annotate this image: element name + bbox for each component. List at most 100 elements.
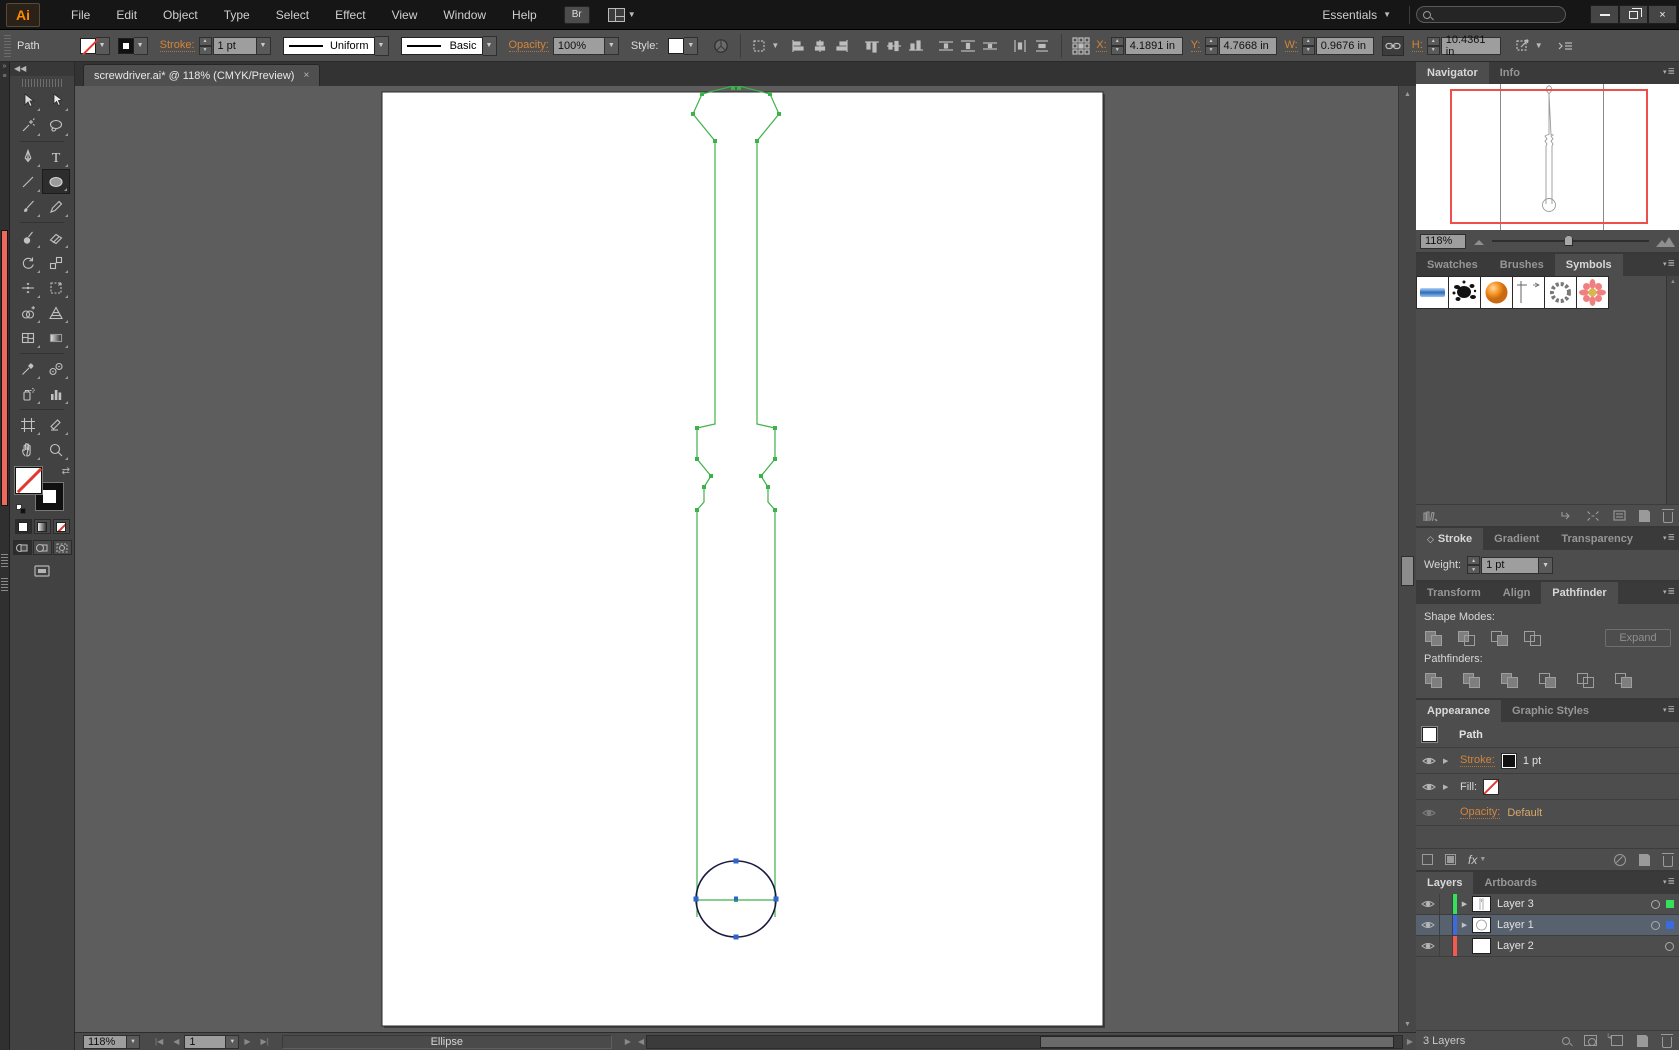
zoom-dropdown[interactable]: ▼ bbox=[127, 1035, 140, 1049]
collapsed-dock-strip[interactable]: » ≡ bbox=[0, 62, 10, 1050]
menu-edit[interactable]: Edit bbox=[103, 0, 150, 30]
tab-pathfinder[interactable]: Pathfinder bbox=[1541, 582, 1617, 604]
fill-swatch[interactable] bbox=[80, 38, 96, 54]
layer-name[interactable]: Layer 1 bbox=[1497, 919, 1534, 931]
distribute-v-space-icon[interactable] bbox=[1031, 36, 1053, 56]
make-clipping-mask-icon[interactable] bbox=[1584, 1035, 1597, 1046]
stroke-weight-dropdown[interactable]: ▼ bbox=[257, 37, 271, 55]
stroke-swatch[interactable] bbox=[118, 38, 134, 54]
layer-row[interactable]: Layer 2 bbox=[1416, 936, 1679, 957]
select-similar-icon[interactable] bbox=[749, 36, 771, 56]
symbol-wreath[interactable] bbox=[1544, 276, 1577, 309]
panel-menu-icon[interactable]: ▾≣ bbox=[1663, 876, 1675, 887]
fill-color-swatch[interactable] bbox=[1484, 780, 1498, 794]
tab-symbols[interactable]: Symbols bbox=[1555, 254, 1623, 276]
vertical-scrollbar[interactable]: ▲ ▼ bbox=[1398, 86, 1416, 1032]
status-display[interactable]: Ellipse bbox=[282, 1035, 612, 1049]
document-tab[interactable]: screwdriver.ai* @ 118% (CMYK/Preview) × bbox=[83, 64, 320, 86]
last-artboard-icon[interactable]: ▶| bbox=[256, 1037, 274, 1046]
hand-tool[interactable] bbox=[14, 437, 42, 462]
next-artboard-icon[interactable]: ▶ bbox=[239, 1037, 255, 1046]
panel-scrollbar[interactable]: ▲ bbox=[1666, 276, 1679, 504]
navigator-zoom-slider[interactable] bbox=[1492, 240, 1649, 242]
h-label[interactable]: H: bbox=[1412, 39, 1423, 52]
color-button[interactable] bbox=[15, 519, 32, 534]
weight-field[interactable]: 1 pt bbox=[1481, 557, 1539, 574]
clear-appearance-icon[interactable] bbox=[1614, 854, 1626, 866]
tab-swatches[interactable]: Swatches bbox=[1416, 254, 1489, 276]
perspective-grid-tool[interactable] bbox=[42, 300, 70, 325]
align-left-icon[interactable] bbox=[787, 36, 809, 56]
appearance-fill-row[interactable]: ▶ Fill: bbox=[1416, 774, 1679, 800]
new-sublayer-icon[interactable] bbox=[1611, 1035, 1623, 1046]
brush-combo[interactable]: Basic bbox=[401, 37, 483, 55]
y-field[interactable]: 4.7668 in bbox=[1219, 37, 1277, 55]
eyedropper-tool[interactable] bbox=[14, 356, 42, 381]
tab-stroke[interactable]: ◇Stroke bbox=[1416, 528, 1483, 550]
new-layer-icon[interactable] bbox=[1637, 1035, 1648, 1047]
panel-menu-icon[interactable]: ▾≣ bbox=[1663, 532, 1675, 543]
horizontal-scrollbar[interactable] bbox=[646, 1035, 1403, 1049]
appearance-opacity-row[interactable]: Opacity: Default bbox=[1416, 800, 1679, 826]
visibility-eye-icon[interactable] bbox=[1416, 894, 1440, 914]
expand-arrow-icon[interactable]: ▶ bbox=[1457, 921, 1472, 929]
scrollbar-thumb[interactable] bbox=[1040, 1036, 1395, 1048]
distribute-h-space-icon[interactable] bbox=[1009, 36, 1031, 56]
align-bottom-icon[interactable] bbox=[905, 36, 927, 56]
slider-thumb[interactable] bbox=[1564, 235, 1573, 246]
trim-icon[interactable] bbox=[1462, 672, 1484, 689]
stroke-attr-label[interactable]: Stroke: bbox=[1460, 754, 1495, 767]
magic-wand-tool[interactable] bbox=[14, 113, 42, 138]
type-tool[interactable]: T bbox=[42, 144, 70, 169]
add-effect-icon[interactable]: fx▼ bbox=[1468, 853, 1486, 867]
visibility-eye-icon[interactable] bbox=[1416, 915, 1440, 935]
opacity-attr-label[interactable]: Opacity: bbox=[1460, 806, 1500, 819]
x-stepper[interactable]: ▲▼ bbox=[1111, 37, 1124, 55]
divide-icon[interactable] bbox=[1424, 672, 1446, 689]
weight-stepper[interactable]: ▲▼ bbox=[1467, 556, 1480, 574]
menu-window[interactable]: Window bbox=[430, 0, 499, 30]
minimize-button[interactable] bbox=[1590, 5, 1619, 24]
hscroll-left-icon[interactable]: ◀ bbox=[636, 1037, 646, 1046]
symbol-measure-line[interactable] bbox=[1512, 276, 1545, 309]
visibility-eye-icon[interactable] bbox=[1422, 756, 1436, 766]
minus-back-icon[interactable] bbox=[1614, 672, 1636, 689]
recolor-artwork-icon[interactable] bbox=[710, 36, 732, 56]
stroke-weight-field[interactable]: 1 pt bbox=[213, 37, 257, 55]
symbol-ink-splat[interactable] bbox=[1448, 276, 1481, 309]
direct-selection-tool[interactable] bbox=[42, 88, 70, 113]
lock-toggle[interactable] bbox=[1440, 894, 1453, 914]
canvas[interactable] bbox=[75, 86, 1398, 1032]
appearance-object-row[interactable]: Path bbox=[1416, 722, 1679, 748]
mesh-tool[interactable] bbox=[14, 325, 42, 350]
target-circle[interactable] bbox=[1651, 921, 1660, 930]
swap-fill-stroke-icon[interactable]: ⇄ bbox=[62, 466, 70, 477]
layer-thumbnail[interactable] bbox=[1472, 938, 1491, 954]
add-new-fill-icon[interactable] bbox=[1445, 854, 1456, 865]
reference-point-locator[interactable] bbox=[1070, 36, 1092, 56]
width-profile-combo[interactable]: Uniform bbox=[283, 37, 375, 55]
expand-arrow-icon[interactable]: ▶ bbox=[1457, 900, 1472, 908]
status-menu-icon[interactable]: ▶ bbox=[620, 1037, 636, 1046]
close-tab-icon[interactable]: × bbox=[303, 70, 309, 81]
opacity-value[interactable]: Default bbox=[1507, 807, 1542, 819]
blend-tool[interactable] bbox=[42, 356, 70, 381]
panel-menu-icon[interactable]: ▾≣ bbox=[1663, 586, 1675, 597]
shape-builder-tool[interactable] bbox=[14, 300, 42, 325]
duplicate-item-icon[interactable] bbox=[1639, 854, 1650, 866]
x-label[interactable]: X: bbox=[1096, 39, 1106, 52]
tab-brushes[interactable]: Brushes bbox=[1489, 254, 1555, 276]
symbol-sprayer-tool[interactable] bbox=[14, 381, 42, 406]
menu-object[interactable]: Object bbox=[150, 0, 211, 30]
zoom-in-icon[interactable] bbox=[1655, 235, 1675, 248]
navigator-view-box[interactable] bbox=[1450, 89, 1648, 224]
stroke-color-swatch[interactable] bbox=[1502, 754, 1516, 768]
bridge-button[interactable]: Br bbox=[564, 6, 590, 24]
intersect-icon[interactable] bbox=[1490, 630, 1512, 647]
stroke-weight-label[interactable]: Stroke: bbox=[160, 39, 195, 52]
tab-artboards[interactable]: Artboards bbox=[1473, 872, 1548, 894]
artwork-svg[interactable] bbox=[75, 86, 1398, 1032]
toolbar-collapse-icon[interactable]: ◀◀ bbox=[10, 62, 74, 76]
scroll-down-icon[interactable]: ▼ bbox=[1399, 1016, 1416, 1032]
hscroll-right-icon[interactable]: ▶ bbox=[1404, 1037, 1416, 1046]
